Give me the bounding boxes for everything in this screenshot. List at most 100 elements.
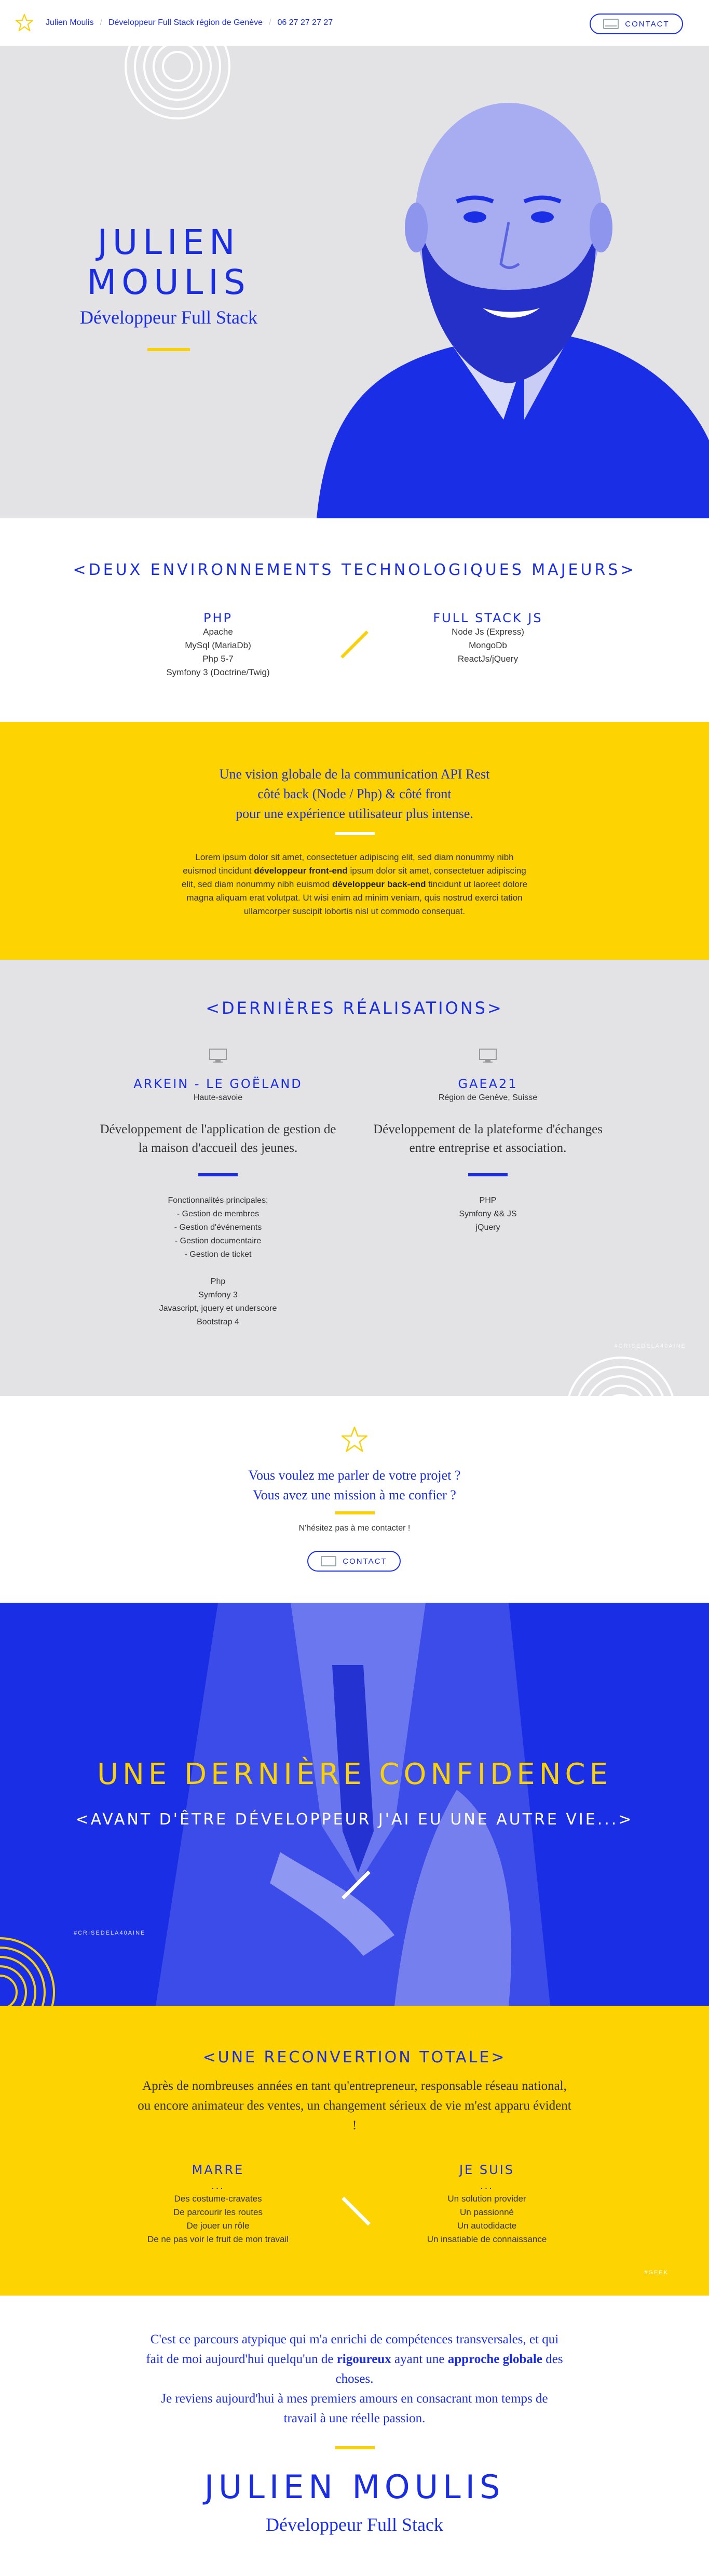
contact-question: Vous voulez me parler de votre projet ? [248, 1468, 461, 1483]
yellow-underline [335, 1511, 375, 1514]
env-js-title: FULL STACK JS [433, 611, 543, 625]
reconversion-title: <UNE RECONVERTION TOTALE> [202, 2048, 507, 2067]
concentric-rings-decoration [568, 1357, 674, 1396]
project-detail-line: - Gestion d'événements [174, 1223, 262, 1232]
mail-icon [321, 1556, 337, 1566]
vision-bold-front: développeur front-end [254, 866, 348, 876]
hero-name: JULIEN MOULIS [87, 222, 251, 302]
contact-button-label: CONTACT [625, 19, 670, 29]
final-role: Développeur Full Stack [266, 2514, 443, 2535]
contact-questions: Vous voulez me parler de votre projet ? … [0, 1466, 709, 1505]
divider: / [269, 18, 271, 27]
suit-background-image [156, 1603, 550, 2006]
header-name-link[interactable]: Julien Moulis [46, 18, 93, 28]
env-php-title: PHP [203, 611, 233, 625]
vision-section: Une vision globale de la communication A… [0, 722, 709, 960]
final-paragraph: C'est ce parcours atypique qui m'a enric… [145, 2330, 564, 2429]
project-detail-line: Javascript, jquery et underscore [159, 1304, 277, 1313]
final-text: ayant une [391, 2352, 448, 2366]
project-detail-line: - Gestion de membres [176, 1210, 260, 1218]
final-name: JULIEN MOULIS [204, 2468, 505, 2506]
marre-item: De jouer un rôle [186, 2221, 250, 2231]
mail-icon [603, 19, 619, 29]
hashtag-watermark: #CRISEDELA40AINE [74, 1930, 146, 1936]
contact-button[interactable]: CONTACT [307, 1551, 401, 1572]
marre-item: Des costume-cravates [174, 2194, 262, 2204]
hashtag-watermark: #GEEK [644, 2270, 669, 2276]
star-icon [341, 1426, 368, 1452]
ellipsis: ... [211, 2180, 225, 2192]
top-bar: Julien Moulis / Développeur Full Stack r… [0, 0, 709, 46]
realisations-title: <DERNIÈRES RÉALISATIONS> [206, 998, 503, 1018]
je-suis-title: JE SUIS [459, 2163, 514, 2177]
header-role-link[interactable]: Développeur Full Stack région de Genève [108, 18, 263, 28]
env-js-item: Node Js (Express) [452, 627, 524, 637]
final-section: C'est ce parcours atypique qui m'a enric… [0, 2296, 709, 2576]
confidence-subtitle: <AVANT D'ÊTRE DÉVELOPPEUR J'AI EU UNE AU… [75, 1810, 634, 1829]
project-details: Fonctionnalités principales: - Gestion d… [99, 1194, 337, 1329]
confidence-title: UNE DERNIÈRE CONFIDENCE [97, 1757, 612, 1791]
project-detail-line: Php [210, 1277, 226, 1286]
vision-line: côté back (Node / Php) & côté front [257, 786, 452, 801]
je-suis-item: Un insatiable de connaissance [427, 2234, 547, 2244]
monitor-icon [479, 1049, 497, 1063]
je-suis-column: JE SUIS ... Un solution provider Un pass… [393, 2163, 580, 2246]
reconversion-lead: Après de nombreuses années en tant qu'en… [138, 2079, 571, 2132]
contact-invite: N'hésitez pas à me contacter ! [298, 1524, 411, 1533]
contact-button[interactable]: CONTACT [590, 14, 683, 34]
env-js: FULL STACK JS Node Js (Express) MongoDb … [405, 611, 571, 666]
vision-line: pour une expérience utilisateur plus int… [236, 806, 473, 821]
je-suis-item: Un autodidacte [457, 2221, 517, 2231]
project-detail-line: jQuery [475, 1223, 500, 1232]
portrait-image [317, 103, 709, 518]
env-php-item: Symfony 3 (Doctrine/Twig) [166, 667, 270, 677]
hero-title-block: JULIEN MOULIS Développeur Full Stack [42, 222, 296, 351]
env-php-item: MySql (MariaDb) [185, 640, 251, 650]
project-detail-line: - Gestion de ticket [184, 1250, 252, 1259]
project-card[interactable]: GAEA21 Région de Genève, Suisse Développ… [369, 1048, 607, 1235]
project-description: Développement de l'application de gestio… [100, 1122, 336, 1155]
ellipsis: ... [480, 2180, 494, 2192]
project-location: Haute-savoie [193, 1093, 243, 1102]
realisations-section: <DERNIÈRES RÉALISATIONS> ARKEIN - LE GOË… [0, 960, 709, 1396]
project-detail-line: Fonctionnalités principales: [168, 1196, 268, 1205]
yellow-underline [335, 2446, 375, 2449]
star-logo-icon[interactable] [15, 13, 34, 33]
environments-title: <DEUX ENVIRONNEMENTS TECHNOLOGIQUES MAJE… [73, 561, 636, 579]
contact-question: Vous avez une mission à me confier ? [253, 1487, 456, 1502]
project-title: ARKEIN - LE GOËLAND [133, 1077, 303, 1091]
project-title: GAEA21 [458, 1077, 518, 1091]
contact-section: Vous voulez me parler de votre projet ? … [0, 1396, 709, 1603]
project-detail-line: PHP [479, 1196, 497, 1205]
env-js-item: MongoDb [469, 640, 507, 650]
header-phone-link[interactable]: 06 27 27 27 27 [277, 18, 333, 28]
vision-line: Une vision globale de la communication A… [219, 767, 490, 782]
marre-item: De parcourir les routes [173, 2207, 263, 2217]
final-bold: approche globale [447, 2352, 542, 2366]
yellow-slash-divider [340, 630, 369, 659]
marre-column: MARRE ... Des costume-cravates De parcou… [125, 2163, 311, 2246]
concentric-rings-decoration [0, 1937, 55, 2006]
project-location: Région de Genève, Suisse [438, 1093, 538, 1102]
project-card[interactable]: ARKEIN - LE GOËLAND Haute-savoie Dévelop… [99, 1048, 337, 1329]
final-bold: rigoureux [336, 2352, 391, 2366]
white-slash-divider [342, 2196, 371, 2226]
blue-underline [198, 1173, 238, 1176]
project-details: PHP Symfony && JS jQuery [369, 1194, 607, 1235]
env-php-item: Php 5-7 [202, 654, 234, 664]
white-underline [335, 832, 375, 835]
header-links: Julien Moulis / Développeur Full Stack r… [46, 18, 333, 28]
marre-item: De ne pas voir le fruit de mon travail [147, 2234, 289, 2244]
project-description: Développement de la plateforme d'échange… [373, 1122, 603, 1155]
hero-section: JULIEN MOULIS Développeur Full Stack [0, 46, 709, 518]
project-detail-line: Symfony && JS [459, 1210, 517, 1218]
reconversion-section: <UNE RECONVERTION TOTALE> Après de nombr… [0, 2006, 709, 2296]
environments-section: <DEUX ENVIRONNEMENTS TECHNOLOGIQUES MAJE… [0, 518, 709, 722]
marre-title: MARRE [192, 2163, 244, 2177]
hero-role: Développeur Full Stack [80, 307, 257, 328]
final-text: Je reviens aujourd'hui à mes premiers am… [161, 2392, 548, 2425]
env-js-item: ReactJs/jQuery [457, 654, 519, 664]
blue-underline [468, 1173, 508, 1176]
vision-body: Lorem ipsum dolor sit amet, consectetuer… [179, 851, 530, 918]
